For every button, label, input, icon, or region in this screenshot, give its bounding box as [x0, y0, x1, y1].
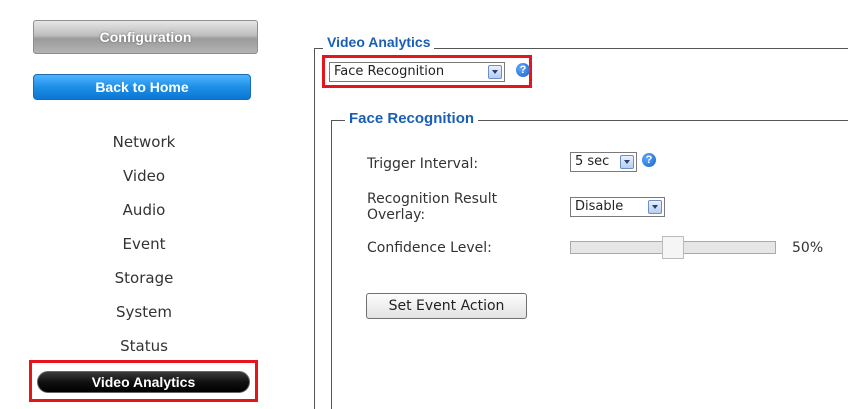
sidebar-item-network[interactable]: Network	[33, 128, 255, 162]
confidence-slider-thumb[interactable]	[662, 236, 684, 259]
sidebar-nav: Network Video Audio Event Storage System…	[33, 128, 255, 366]
subsection-title: Face Recognition	[345, 110, 479, 127]
sidebar-item-video-analytics[interactable]: Video Analytics	[37, 371, 250, 393]
trigger-interval-label: Trigger Interval:	[367, 156, 479, 172]
sidebar-item-system[interactable]: System	[33, 298, 255, 332]
back-to-home-button[interactable]: Back to Home	[33, 74, 251, 100]
sidebar-item-event[interactable]: Event	[33, 230, 255, 264]
configuration-header: Configuration	[33, 20, 258, 54]
active-item-highlight: Video Analytics	[29, 360, 258, 402]
confidence-value: 50%	[792, 240, 824, 256]
overlay-label-line1: Recognition Result	[367, 191, 498, 207]
overlay-select[interactable]: Disable	[570, 197, 665, 217]
sidebar-item-audio[interactable]: Audio	[33, 196, 255, 230]
confidence-level-label: Confidence Level:	[367, 240, 492, 256]
analytics-type-select[interactable]: Face Recognition	[329, 62, 505, 82]
chevron-down-icon[interactable]	[620, 155, 634, 169]
analytics-type-value: Face Recognition	[334, 64, 445, 79]
help-icon[interactable]: ?	[642, 153, 656, 167]
confidence-slider[interactable]	[570, 236, 776, 259]
help-icon[interactable]: ?	[516, 63, 530, 77]
chevron-down-icon[interactable]	[648, 200, 662, 214]
overlay-value: Disable	[575, 199, 624, 214]
sidebar-item-storage[interactable]: Storage	[33, 264, 255, 298]
set-event-action-button[interactable]: Set Event Action	[366, 293, 527, 319]
overlay-label-line2: Overlay:	[367, 207, 426, 223]
trigger-interval-value: 5 sec	[575, 154, 610, 169]
section-title: Video Analytics	[323, 34, 435, 50]
sidebar-item-video[interactable]: Video	[33, 162, 255, 196]
trigger-interval-select[interactable]: 5 sec	[570, 152, 637, 172]
chevron-down-icon[interactable]	[488, 65, 502, 79]
